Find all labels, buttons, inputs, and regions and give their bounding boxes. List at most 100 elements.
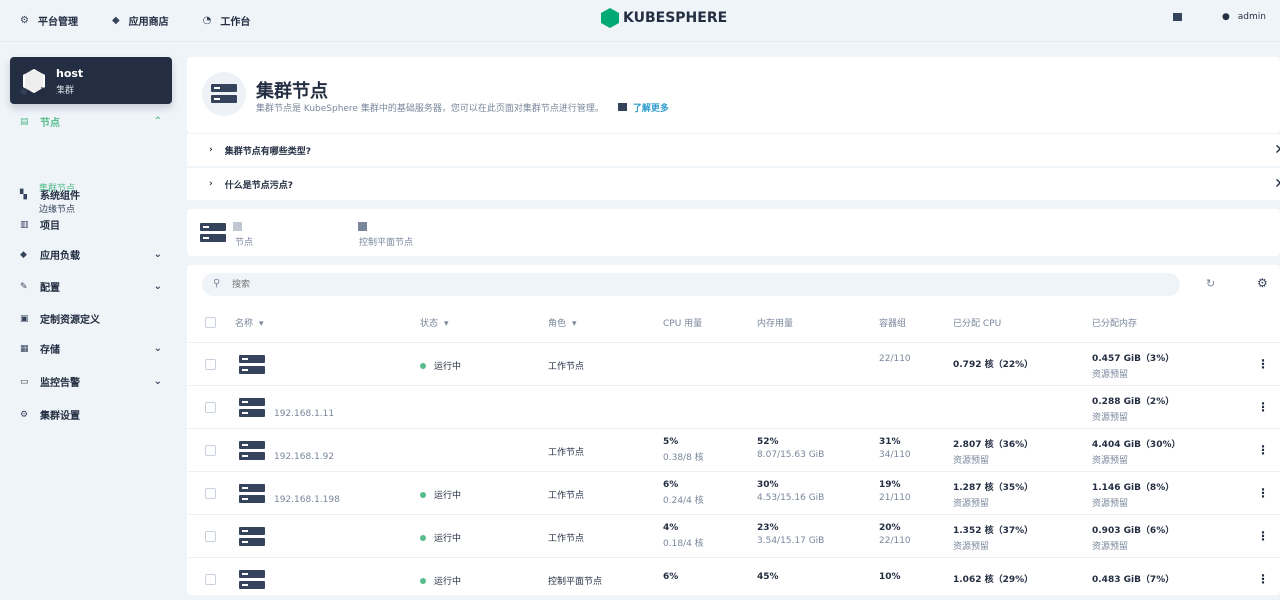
cpu_detail-value: 0.24/4 核 xyxy=(663,496,704,506)
row-checkbox[interactable] xyxy=(205,574,216,585)
alloc_mem-value: 0.457 GiB（3%） xyxy=(1092,354,1175,364)
table-row[interactable]: 运行中 工作节点 22/110 0.792 核（22%） 0.457 GiB（3%）… xyxy=(187,342,1280,385)
control-plane-count xyxy=(358,222,367,231)
faq-item[interactable]: › 什么是节点污点? ✕ xyxy=(187,168,1280,200)
column-label: 容器组 xyxy=(879,319,907,329)
more-actions-icon[interactable]: ⋮ xyxy=(1257,357,1269,371)
pods_detail-value: 22/110 xyxy=(879,536,911,546)
sidebar-item-8[interactable]: ▭ 监控告警 ⌄ xyxy=(20,374,162,389)
column-header: 已分配 CPU xyxy=(953,316,1001,329)
row-checkbox[interactable] xyxy=(205,445,216,456)
sidebar-item-3[interactable]: ▥ 项目 xyxy=(20,217,162,233)
more-actions-icon[interactable]: ⋮ xyxy=(1257,443,1269,457)
row-checkbox[interactable] xyxy=(205,488,216,499)
sidebar-item-5[interactable]: ✎ 配置 ⌄ xyxy=(20,279,162,294)
table-row[interactable]: 192.168.1.92 工作节点 5% 0.38/8 核 52% 8.07/15.6… xyxy=(187,428,1280,471)
sidebar-item-0[interactable]: ◉ 概览 xyxy=(20,84,162,100)
sidebar-item-label: 应用负载 xyxy=(40,251,80,262)
alloc_mem-value: 0.483 GiB（7%） xyxy=(1092,575,1175,585)
kubesphere-logo[interactable]: KUBESPHERE xyxy=(601,8,727,28)
sidebar-subitem[interactable]: 边缘节点 xyxy=(39,202,75,215)
close-icon[interactable]: ✕ xyxy=(1274,176,1280,192)
node-icon xyxy=(239,484,265,506)
user-menu[interactable]: ● admin xyxy=(1222,12,1266,22)
chevron-down-icon[interactable]: ⌄ xyxy=(154,343,162,354)
row-checkbox[interactable] xyxy=(205,402,216,413)
close-icon[interactable]: ✕ xyxy=(1274,142,1280,158)
nav-label: 应用商店 xyxy=(128,17,169,28)
sidebar-item-7[interactable]: ▦ 存储 ⌄ xyxy=(20,341,162,356)
sidebar-item-label: 存储 xyxy=(40,345,60,356)
more-actions-icon[interactable]: ⋮ xyxy=(1257,400,1269,414)
sidebar-item-4[interactable]: ◆ 应用负载 ⌄ xyxy=(20,247,162,262)
cpu-value: 6% xyxy=(663,480,679,490)
cpu-value: 4% xyxy=(663,523,679,533)
nav-layers[interactable]: ◆ 应用商店 xyxy=(112,13,169,28)
sort-caret-icon[interactable]: ▾ xyxy=(444,319,449,329)
row-checkbox[interactable] xyxy=(205,359,216,370)
sidebar-item-9[interactable]: ⚙ 集群设置 xyxy=(20,407,162,423)
mem-value: 45% xyxy=(757,572,779,582)
more-actions-icon[interactable]: ⋮ xyxy=(1257,572,1269,586)
table-row[interactable]: 运行中 工作节点 4% 0.18/4 核 23% 3.54/15.17 GiB 20% 2… xyxy=(187,514,1280,557)
settings-icon[interactable]: ⚙ xyxy=(1257,276,1268,290)
table-row[interactable]: 192.168.1.11 0.288 GiB（2%） 资源预留 ⋮ xyxy=(187,385,1280,428)
page-description: 集群节点是 KubeSphere 集群中的基础服务器，您可以在此页面对集群节点进… xyxy=(256,104,604,114)
nav-dashboard[interactable]: ◔ 工作台 xyxy=(203,13,251,28)
row-checkbox[interactable] xyxy=(205,531,216,542)
alloc_cpu-value: 1.062 核（29%） xyxy=(953,575,1034,585)
node-icon xyxy=(239,355,265,377)
column-header[interactable]: 状态 ▾ xyxy=(420,316,449,329)
faq-item[interactable]: › 集群节点有哪些类型? ✕ xyxy=(187,134,1280,166)
project-icon: ▥ xyxy=(20,219,29,230)
sidebar-item-6[interactable]: ▣ 定制资源定义 xyxy=(20,311,162,327)
page-header: 集群节点 集群节点是 KubeSphere 集群中的基础服务器，您可以在此页面对… xyxy=(187,57,1280,133)
column-header: CPU 用量 xyxy=(663,316,702,329)
stat-label-control-plane: 控制平面节点 xyxy=(359,238,414,248)
node-icon xyxy=(239,527,265,549)
status-text: 运行中 xyxy=(434,362,462,372)
learn-more-link[interactable]: 了解更多 xyxy=(617,103,669,114)
table-row[interactable]: 运行中 控制平面节点 6% 45% 10% 1.062 核（29%） 0.483 GiB… xyxy=(187,557,1280,600)
search-input[interactable] xyxy=(202,273,1180,296)
alloc_mem_note-value: 资源预留 xyxy=(1092,456,1129,466)
docs-icon[interactable] xyxy=(1172,13,1182,21)
chevron-down-icon[interactable]: ⌄ xyxy=(154,249,162,260)
chevron-up-icon[interactable]: ⌃ xyxy=(154,116,162,127)
more-actions-icon[interactable]: ⋮ xyxy=(1257,486,1269,500)
column-header: 已分配内存 xyxy=(1092,316,1137,329)
node-icon xyxy=(239,570,265,592)
status-badge: 运行中 xyxy=(420,359,461,372)
select-all-checkbox[interactable] xyxy=(205,317,216,328)
alloc_cpu_note-value: 资源预留 xyxy=(953,456,990,466)
chevron-down-icon[interactable]: ⌄ xyxy=(154,376,162,387)
column-label: 已分配 CPU xyxy=(953,319,1002,329)
table-row[interactable]: 192.168.1.198 运行中 工作节点 6% 0.24/4 核 30% 4.53… xyxy=(187,471,1280,514)
chevron-down-icon[interactable]: ⌄ xyxy=(154,281,162,292)
mem_detail-value: 3.54/15.17 GiB xyxy=(757,536,825,546)
status-badge: 运行中 xyxy=(420,488,461,501)
cpu_detail-value: 0.38/8 核 xyxy=(663,453,704,463)
workload-icon: ◆ xyxy=(20,249,27,260)
alloc_cpu_note-value: 资源预留 xyxy=(953,499,990,509)
more-actions-icon[interactable]: ⋮ xyxy=(1257,529,1269,543)
status-dot-icon xyxy=(420,492,426,498)
chevron-right-icon: › xyxy=(209,179,213,189)
mem_detail-value: 4.53/15.16 GiB xyxy=(757,493,825,503)
status-dot-icon xyxy=(420,535,426,541)
column-header[interactable]: 名称 ▾ xyxy=(235,316,264,329)
top-bar: ⚙ 平台管理 ◆ 应用商店 ◔ 工作台 KUBESPHERE ● admin xyxy=(0,0,1280,42)
nav-gear[interactable]: ⚙ 平台管理 xyxy=(20,13,78,28)
sidebar-item-2[interactable]: ▚ 系统组件 xyxy=(20,187,162,203)
sort-caret-icon[interactable]: ▾ xyxy=(572,319,577,329)
refresh-icon[interactable]: ↻ xyxy=(1206,277,1215,290)
node-icon xyxy=(239,398,265,420)
sidebar-item-label: 定制资源定义 xyxy=(40,315,100,326)
pods_detail-value: 22/110 xyxy=(879,354,911,364)
sort-caret-icon[interactable]: ▾ xyxy=(259,319,264,329)
page-title: 集群节点 xyxy=(256,81,328,102)
alloc_mem-value: 4.404 GiB（30%） xyxy=(1092,440,1181,450)
column-header[interactable]: 角色 ▾ xyxy=(548,316,577,329)
alloc_cpu-value: 2.807 核（36%） xyxy=(953,440,1034,450)
sidebar-item-1[interactable]: ▤ 节点 ⌃ xyxy=(20,114,162,129)
